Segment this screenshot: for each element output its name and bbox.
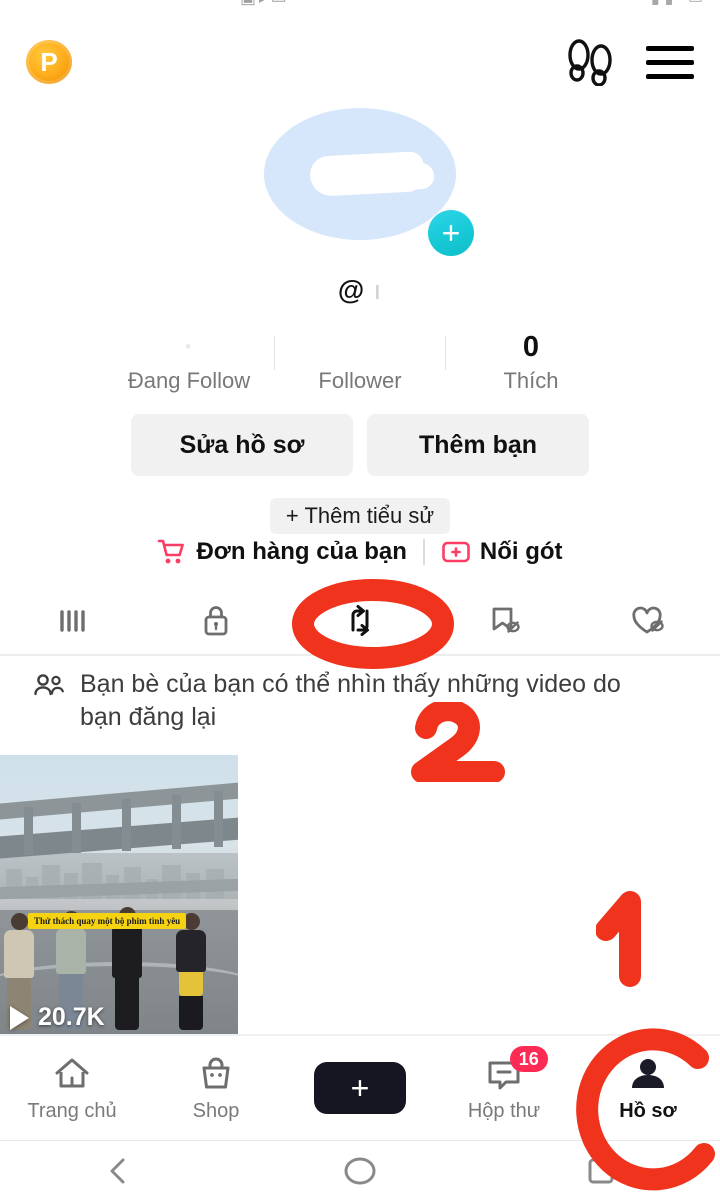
menu-line	[646, 46, 694, 51]
nav-profile[interactable]: Hồ sơ	[576, 1054, 720, 1123]
person-4	[176, 913, 206, 1030]
nav-profile-label: Hồ sơ	[619, 1100, 677, 1123]
home-icon	[50, 1054, 94, 1094]
username: @ ı	[0, 275, 720, 306]
video-grid: Thử thách quay một bộ phim tình yêu 20.7…	[0, 755, 720, 1038]
grid-posts-icon	[54, 604, 90, 638]
tab-posts[interactable]	[0, 588, 144, 654]
shopping-cart-icon	[157, 538, 187, 566]
tab-saved-hidden[interactable]	[432, 588, 576, 654]
tab-private[interactable]	[144, 588, 288, 654]
your-orders-label: Đơn hàng của bạn	[196, 538, 406, 566]
profile-actions: Sửa hồ sơ Thêm bạn	[0, 414, 720, 476]
username-handle: @	[338, 275, 365, 305]
status-left-icons: ▣▸▭	[240, 0, 290, 8]
play-icon	[10, 1006, 29, 1030]
shop-links-row: Đơn hàng của bạn Nối gót	[0, 538, 720, 566]
bridge-pillar	[72, 803, 81, 853]
stat-likes[interactable]: 0 Thích	[446, 330, 616, 394]
profile-stats: · Đang Follow Follower 0 Thích	[0, 330, 720, 394]
add-friends-button[interactable]: Thêm bạn	[367, 414, 589, 476]
bridge-pillar	[172, 795, 181, 849]
stat-count: 0	[446, 330, 616, 364]
nav-shop[interactable]: Shop	[144, 1054, 288, 1123]
hamburger-menu-icon[interactable]	[646, 46, 694, 79]
stat-following[interactable]: · Đang Follow	[104, 330, 274, 394]
shop-divider	[423, 539, 425, 565]
video-caption: Thử thách quay một bộ phim tình yêu	[28, 913, 186, 929]
menu-line	[646, 60, 694, 65]
avatar[interactable]: +	[264, 108, 456, 240]
username-faint: ı	[374, 275, 383, 305]
repost-notice-text: Bạn bè của bạn có thể nhìn thấy những vi…	[80, 668, 652, 734]
add-bio-button[interactable]: + Thêm tiểu sử	[270, 498, 450, 534]
inbox-badge: 16	[510, 1046, 548, 1072]
home-circle-icon[interactable]	[341, 1154, 379, 1188]
avatar-blob	[309, 151, 425, 197]
status-right-icons: ◔ ⌁ ▮▮ ▭	[603, 0, 708, 8]
friends-icon	[32, 673, 66, 699]
heels-label: Nối gót	[480, 538, 563, 566]
nav-inbox[interactable]: 16 Hộp thư	[432, 1054, 576, 1123]
repost-notice: Bạn bè của bạn có thể nhìn thấy những vi…	[32, 668, 652, 734]
stat-label: Đang Follow	[104, 368, 274, 394]
tabs-divider	[0, 654, 720, 656]
lock-private-icon	[198, 602, 234, 640]
bridge-pillar	[214, 791, 223, 847]
add-story-button[interactable]: +	[428, 210, 474, 256]
shop-bag-icon	[195, 1054, 237, 1094]
android-navigation-bar	[0, 1140, 720, 1200]
footprints-icon[interactable]	[564, 38, 616, 86]
profile-tabs	[0, 588, 720, 654]
coin-icon[interactable]: P	[26, 40, 72, 84]
add-bio-row: + Thêm tiểu sử	[0, 498, 720, 534]
recents-square-icon[interactable]	[584, 1154, 618, 1188]
bridge-pillar	[24, 807, 33, 855]
stat-followers[interactable]: Follower	[275, 330, 445, 394]
stat-label: Thích	[446, 368, 616, 394]
bottom-navigation: Trang chủ Shop + 16 Hộp thư	[0, 1034, 720, 1140]
tab-repost[interactable]	[288, 588, 432, 654]
stat-label: Follower	[275, 368, 445, 394]
tab-active-underline	[317, 647, 403, 652]
video-play-count: 20.7K	[10, 1003, 105, 1032]
tab-liked-hidden[interactable]	[576, 588, 720, 654]
status-bar: 8:12 ▣▸▭ ◔ ⌁ ▮▮ ▭	[0, 0, 720, 14]
stat-count	[275, 330, 445, 364]
nav-create[interactable]: +	[288, 1062, 432, 1114]
menu-line	[646, 74, 694, 79]
bridge-pillar	[122, 799, 131, 851]
your-orders-link[interactable]: Đơn hàng của bạn	[157, 538, 406, 566]
back-chevron-icon[interactable]	[102, 1154, 136, 1188]
video-thumbnail[interactable]: Thử thách quay một bộ phim tình yêu 20.7…	[0, 755, 238, 1038]
repost-icon	[340, 602, 380, 640]
play-count-label: 20.7K	[38, 1003, 105, 1032]
heels-link[interactable]: Nối gót	[441, 538, 563, 566]
create-plus-icon[interactable]: +	[314, 1062, 406, 1114]
nav-shop-label: Shop	[193, 1100, 240, 1123]
nav-home-label: Trang chủ	[27, 1100, 116, 1123]
stat-count: ·	[104, 330, 274, 364]
nav-home[interactable]: Trang chủ	[0, 1054, 144, 1123]
add-box-icon	[441, 538, 471, 566]
tiktok-profile-screen: 8:12 ▣▸▭ ◔ ⌁ ▮▮ ▭ P + @ ı	[0, 0, 720, 1200]
top-bar: P	[0, 22, 720, 102]
bookmark-hidden-icon	[484, 603, 524, 639]
nav-inbox-label: Hộp thư	[468, 1100, 540, 1123]
coin-label: P	[40, 49, 57, 75]
profile-person-icon	[626, 1054, 670, 1094]
edit-profile-button[interactable]: Sửa hồ sơ	[131, 414, 353, 476]
heart-hidden-icon	[627, 603, 669, 639]
avatar-placeholder	[264, 108, 456, 240]
